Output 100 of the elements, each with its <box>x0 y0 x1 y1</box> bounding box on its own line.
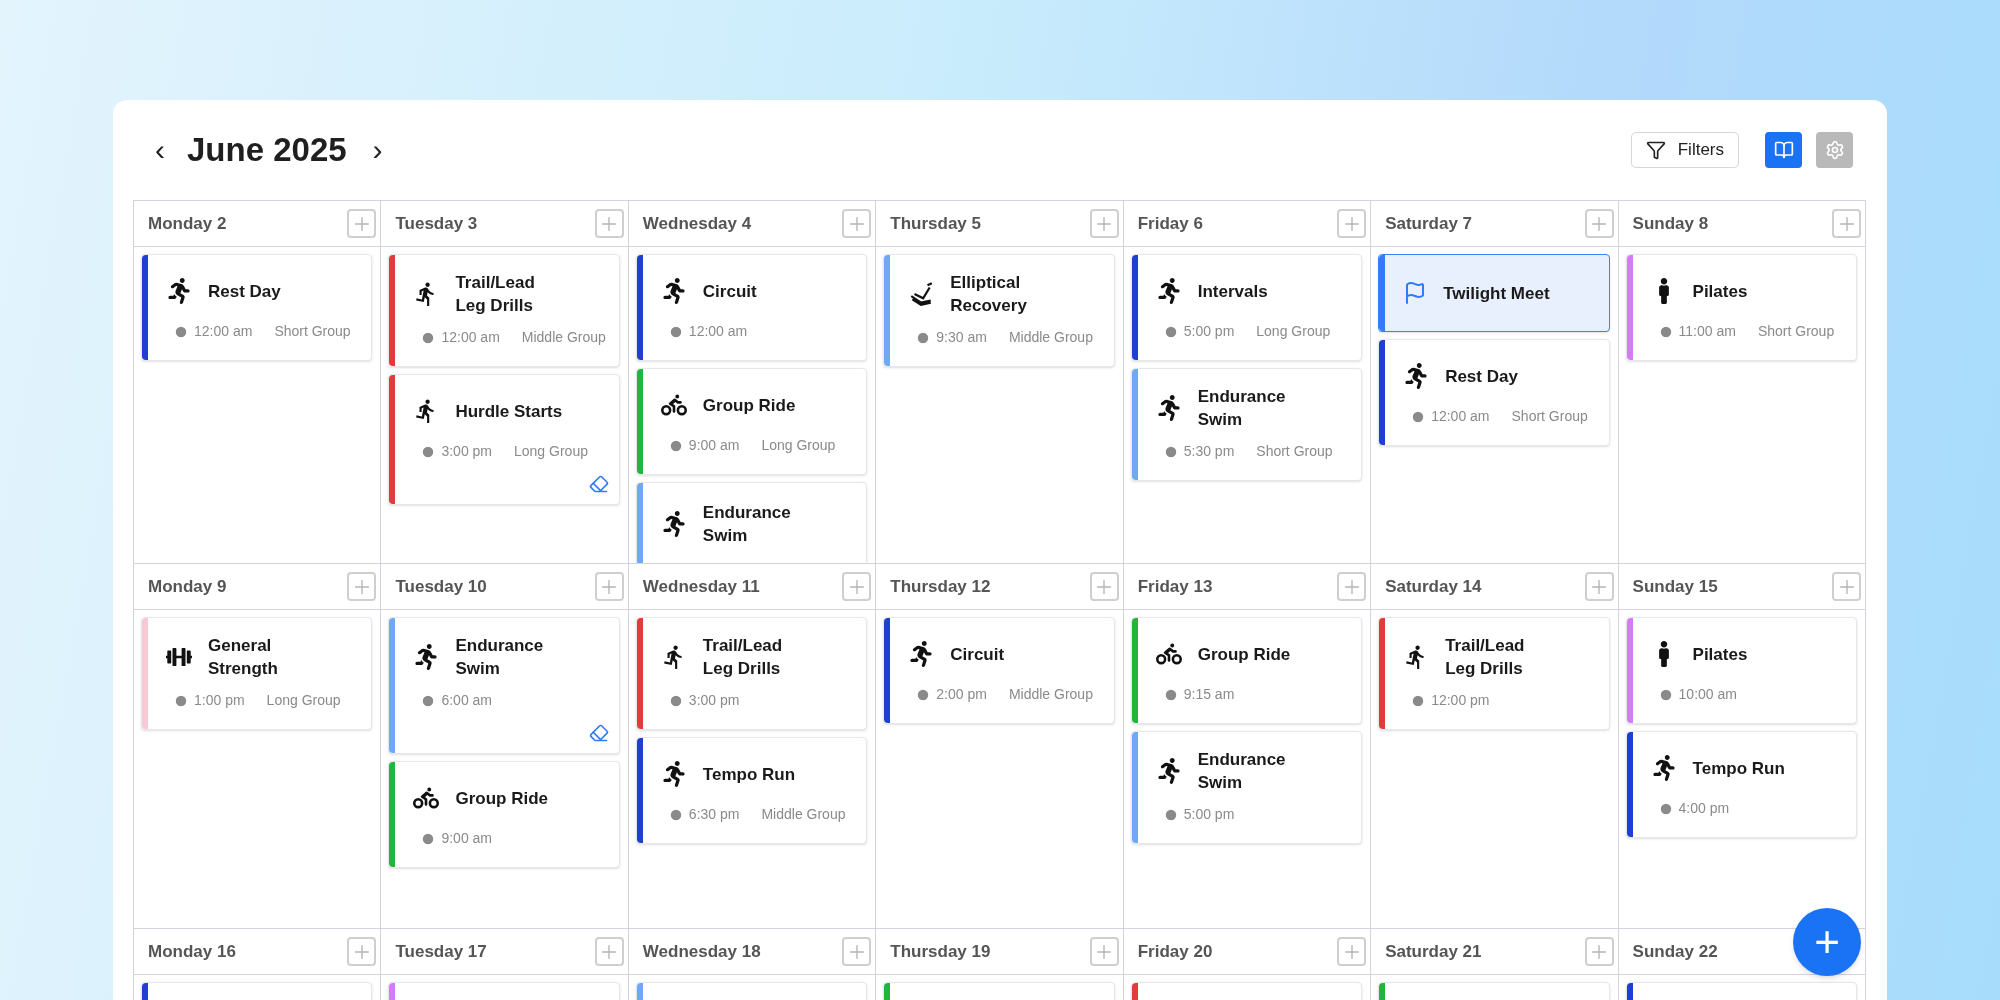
settings-icon <box>1824 140 1845 160</box>
event-card[interactable]: Intervals 5:00 pm Long Group <box>1130 254 1363 361</box>
clock-icon <box>668 324 683 339</box>
event-card[interactable]: Circuit 2:00 pm Middle Group <box>883 617 1115 724</box>
add-event-button[interactable] <box>1337 209 1367 238</box>
event-time: 2:00 pm <box>936 685 987 704</box>
event-card[interactable]: Rest Day 12:00 am Short Group <box>141 254 373 361</box>
event-card[interactable]: Tempo Run 6:30 pm Middle Group <box>635 737 868 844</box>
event-group: Middle Group <box>521 327 606 348</box>
add-event-button[interactable] <box>1584 937 1614 966</box>
day-label: Wednesday 18 <box>642 940 761 963</box>
add-event-button[interactable] <box>1337 572 1367 601</box>
day-label: Wednesday 11 <box>642 575 760 598</box>
clock-icon <box>421 693 436 708</box>
day-label: Monday 16 <box>148 940 236 963</box>
add-fab-button[interactable]: + <box>1793 908 1861 976</box>
add-event-button[interactable] <box>594 937 624 966</box>
clock-icon <box>1658 687 1673 702</box>
add-event-button[interactable] <box>1089 572 1119 601</box>
add-event-button[interactable] <box>1584 572 1614 601</box>
event-group: Middle Group <box>1008 684 1093 705</box>
event-card[interactable]: Endurance Swim 6:00 am <box>388 617 620 754</box>
day-label: Monday 9 <box>148 575 227 598</box>
add-event-button[interactable] <box>594 209 624 238</box>
add-event-button[interactable] <box>842 937 872 966</box>
event-title: Hurdle Starts <box>455 400 563 423</box>
event-card[interactable]: Rest Day 12:00 am Short Group <box>1378 339 1610 446</box>
add-event-button[interactable] <box>1337 937 1367 966</box>
book-view-button[interactable] <box>1765 132 1802 168</box>
event-group: Long Group <box>761 435 836 456</box>
event-title: Rest Day <box>208 280 281 303</box>
event-title: Intervals <box>1197 280 1268 303</box>
add-event-button[interactable] <box>842 572 872 601</box>
event-card[interactable]: Group Ride 9:00 am Long Group <box>635 368 868 475</box>
clock-icon <box>1658 801 1673 816</box>
clock-icon <box>668 807 683 822</box>
event-card[interactable]: Endurance Swim 5:00 pm <box>1130 731 1363 844</box>
add-event-button[interactable] <box>1089 937 1119 966</box>
event-card[interactable]: Pilates 11:00 am Short Group <box>1625 254 1857 361</box>
event-time: 6:30 pm <box>688 805 740 824</box>
event-title: Tempo Run <box>702 763 796 786</box>
event-card[interactable]: Circuit 12:00 am <box>635 254 868 361</box>
filters-button[interactable]: Filters <box>1630 132 1739 168</box>
event-time: 12:00 pm <box>1431 691 1490 710</box>
day-label: Monday 2 <box>148 212 227 235</box>
event-title: Endurance Swim <box>702 502 791 547</box>
event-card[interactable]: Group Ride 9:00 am <box>388 761 620 868</box>
eraser-icon[interactable] <box>588 474 609 494</box>
add-event-button[interactable] <box>594 572 624 601</box>
add-event-button[interactable] <box>347 937 377 966</box>
event-time: 12:00 am <box>1431 407 1490 426</box>
event-time: 5:00 pm <box>1183 805 1235 824</box>
add-event-button[interactable] <box>1584 209 1614 238</box>
eraser-icon[interactable] <box>588 723 609 743</box>
runner-icon <box>660 278 687 304</box>
day-label: Wednesday 4 <box>642 212 752 235</box>
event-card[interactable]: Tempo Run 4:00 pm <box>1625 731 1857 838</box>
event-card[interactable]: Trail/Lead Leg Drills 12:00 pm <box>1378 617 1610 730</box>
clock-icon <box>668 438 683 453</box>
event-card[interactable]: Endurance Swim <box>635 482 868 563</box>
settings-button[interactable] <box>1816 132 1853 168</box>
event-card[interactable]: Hurdle Starts 3:00 pm Long Group <box>388 374 620 505</box>
event-card[interactable]: Endurance Swim 5:30 pm Short Group <box>1130 368 1363 481</box>
event-title: General Strength <box>208 635 278 680</box>
event-time: 3:00 pm <box>441 442 492 461</box>
event-card[interactable]: Pilates 10:00 am <box>1625 617 1857 724</box>
day-label: Sunday 8 <box>1632 212 1709 235</box>
event-time: 10:00 am <box>1678 685 1737 704</box>
day-label: Saturday 21 <box>1385 940 1482 963</box>
day-label: Tuesday 3 <box>395 212 478 235</box>
event-card[interactable]: Trail/Lead Leg Drills 3:00 pm <box>635 617 868 730</box>
event-card[interactable]: Group Ride 9:15 am <box>1130 617 1363 724</box>
add-event-button[interactable] <box>842 209 872 238</box>
event-time: 9:15 am <box>1183 685 1235 704</box>
add-event-button[interactable] <box>347 209 377 238</box>
event-title: Pilates <box>1692 643 1748 666</box>
clock-icon <box>1411 693 1426 708</box>
previous-month-button[interactable]: ‹ <box>145 135 175 165</box>
event-title: Trail/Lead Leg Drills <box>702 635 783 680</box>
add-event-button[interactable] <box>1089 209 1119 238</box>
next-month-button[interactable]: › <box>362 135 393 165</box>
filter-icon <box>1645 140 1666 160</box>
runner-icon <box>660 761 687 787</box>
day-label: Friday 6 <box>1137 212 1203 235</box>
event-card[interactable]: General Strength 1:00 pm Long Group <box>141 617 373 730</box>
event-card[interactable]: Twilight Meet <box>1378 254 1610 332</box>
event-title: Trail/Lead Leg Drills <box>1445 635 1525 680</box>
event-time: 12:00 am <box>441 328 500 347</box>
day-label: Thursday 19 <box>890 940 991 963</box>
event-card[interactable]: Trail/Lead Leg Drills 12:00 am Middle Group <box>388 254 620 367</box>
add-event-button[interactable] <box>1832 572 1861 601</box>
event-card[interactable]: Elliptical Recovery 9:30 am Middle Group <box>883 254 1115 367</box>
cyclist-icon <box>660 392 687 418</box>
add-event-button[interactable] <box>347 572 377 601</box>
event-group: Short Group <box>274 321 351 342</box>
clock-icon <box>421 831 436 846</box>
event-title: Circuit <box>950 643 1005 666</box>
runner-icon <box>1155 395 1182 421</box>
clock-icon <box>174 324 188 339</box>
add-event-button[interactable] <box>1832 209 1861 238</box>
